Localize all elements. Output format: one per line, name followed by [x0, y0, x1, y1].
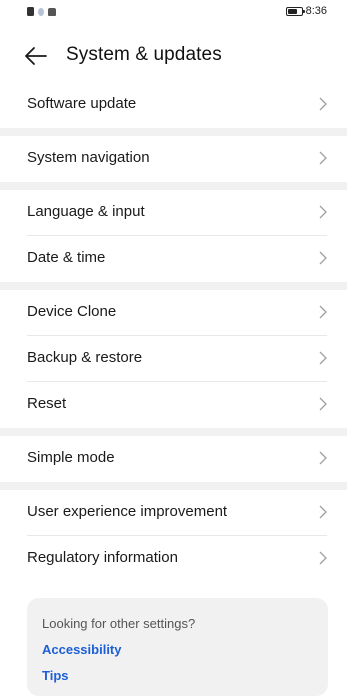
simple-mode-item[interactable]: Simple mode	[0, 436, 347, 482]
chevron-right-icon	[319, 305, 327, 319]
system-navigation-item[interactable]: System navigation	[0, 136, 347, 182]
item-label: Software update	[27, 95, 137, 112]
page-title: System & updates	[66, 44, 222, 65]
group-separator	[0, 128, 347, 136]
tips-link[interactable]: Tips	[42, 668, 69, 683]
regulatory-information-item[interactable]: Regulatory information	[0, 536, 347, 582]
tips-question: Looking for other settings?	[42, 616, 196, 631]
reset-item[interactable]: Reset	[0, 382, 347, 428]
tips-card: Looking for other settings? Accessibilit…	[27, 598, 328, 696]
status-time: 8:36	[305, 5, 327, 17]
notification-icon	[27, 7, 34, 16]
item-label: Language & input	[27, 203, 145, 220]
chevron-right-icon	[319, 205, 327, 219]
item-label: Regulatory information	[27, 549, 178, 566]
item-label: Reset	[27, 395, 67, 412]
group-separator	[0, 428, 347, 436]
language-input-item[interactable]: Language & input	[0, 190, 347, 236]
date-time-item[interactable]: Date & time	[0, 236, 347, 282]
chevron-right-icon	[319, 97, 327, 111]
item-label: Simple mode	[27, 449, 115, 466]
chevron-right-icon	[319, 151, 327, 165]
software-update-item[interactable]: Software update	[0, 82, 347, 128]
item-label: Device Clone	[27, 303, 117, 320]
robot-icon	[48, 7, 56, 16]
group-separator	[0, 282, 347, 290]
chevron-right-icon	[319, 251, 327, 265]
chevron-right-icon	[319, 505, 327, 519]
chevron-right-icon	[319, 551, 327, 565]
item-label: System navigation	[27, 149, 150, 166]
item-label: Date & time	[27, 249, 106, 266]
chevron-right-icon	[319, 397, 327, 411]
group-separator	[0, 182, 347, 190]
status-right: 8:36	[285, 5, 327, 17]
arrow-left-icon	[25, 47, 47, 65]
chevron-right-icon	[319, 351, 327, 365]
accessibility-link[interactable]: Accessibility	[42, 642, 122, 657]
back-button[interactable]	[22, 42, 52, 70]
settings-list: Software update System navigation Langua…	[0, 82, 347, 582]
status-bar: 8:36	[0, 0, 347, 22]
battery-icon	[285, 6, 305, 16]
item-label: Backup & restore	[27, 349, 143, 366]
group-separator	[0, 482, 347, 490]
backup-restore-item[interactable]: Backup & restore	[0, 336, 347, 382]
item-label: User experience improvement	[27, 503, 228, 520]
chevron-right-icon	[319, 451, 327, 465]
status-left-icons	[27, 7, 56, 16]
user-experience-item[interactable]: User experience improvement	[0, 490, 347, 536]
device-clone-item[interactable]: Device Clone	[0, 290, 347, 336]
header: System & updates	[0, 35, 347, 77]
weather-icon	[38, 7, 44, 16]
